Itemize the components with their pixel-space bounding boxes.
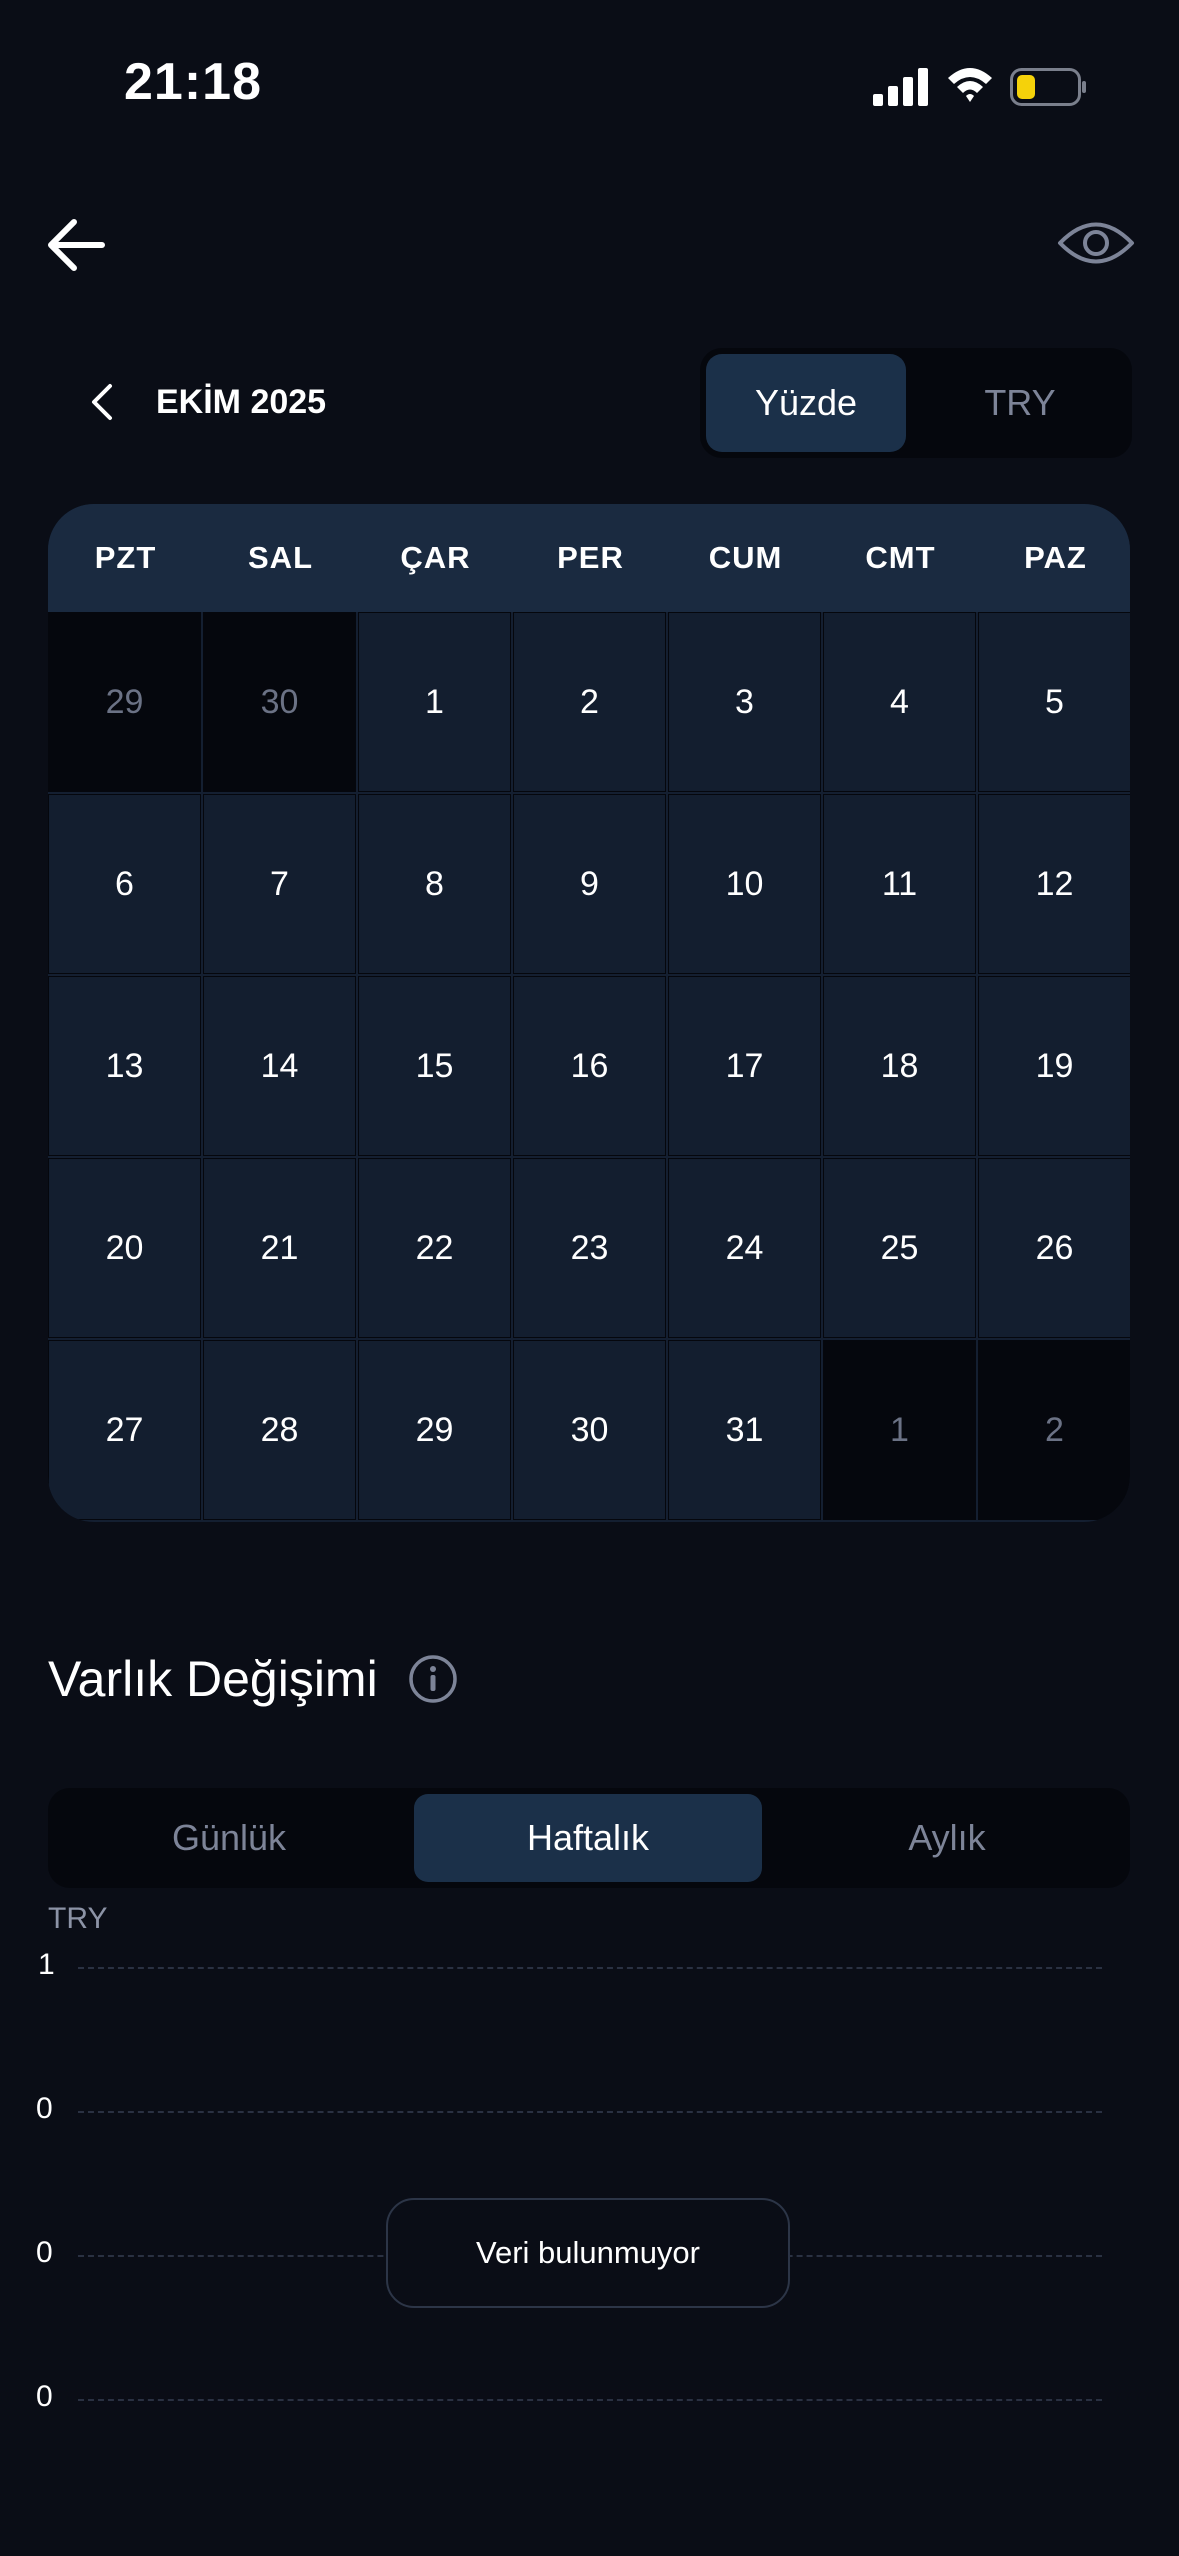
calendar-day[interactable]: 19 (978, 976, 1130, 1156)
calendar-day[interactable]: 8 (358, 794, 511, 974)
calendar-day[interactable]: 14 (203, 976, 356, 1156)
calendar-day[interactable]: 7 (203, 794, 356, 974)
calendar: PZT SAL ÇAR PER CUM CMT PAZ 29 30 1 2 3 4 5 6 7 8… (48, 504, 1130, 1522)
y-tick-label: 0 (36, 2236, 53, 2269)
calendar-day[interactable]: 28 (203, 1340, 356, 1520)
calendar-day[interactable]: 11 (823, 794, 976, 974)
weekday-label: PZT (94, 540, 157, 575)
y-tick-label: 0 (36, 2092, 53, 2125)
calendar-day[interactable]: 29 (358, 1340, 511, 1520)
month-label: EKİM 2025 (156, 383, 327, 421)
mode-option-try[interactable]: TRY (914, 354, 1126, 452)
weekday-label: PER (557, 540, 624, 575)
y-tick-label: 0 (36, 2380, 53, 2413)
eye-icon[interactable] (1056, 210, 1136, 276)
calendar-day[interactable]: 13 (48, 976, 201, 1156)
calendar-day[interactable]: 20 (48, 1158, 201, 1338)
period-option-aylik[interactable]: Aylık (772, 1794, 1122, 1882)
period-option-haftalik[interactable]: Haftalık (414, 1794, 762, 1882)
info-icon[interactable] (408, 1654, 458, 1704)
period-option-gunluk[interactable]: Günlük (54, 1794, 404, 1882)
grid-line (78, 1967, 1102, 1969)
weekday-label: ÇAR (400, 540, 471, 575)
status-time: 21:18 (124, 53, 262, 111)
wifi-icon (948, 68, 992, 102)
calendar-day[interactable]: 30 (513, 1340, 666, 1520)
weekday-label: PAZ (1024, 540, 1087, 575)
calendar-day[interactable]: 31 (668, 1340, 821, 1520)
calendar-day[interactable]: 30 (203, 612, 356, 792)
calendar-day[interactable]: 25 (823, 1158, 976, 1338)
calendar-day[interactable]: 22 (358, 1158, 511, 1338)
period-toggle: Günlük Haftalık Aylık (48, 1788, 1130, 1888)
calendar-day[interactable]: 17 (668, 976, 821, 1156)
calendar-day[interactable]: 18 (823, 976, 976, 1156)
calendar-day[interactable]: 24 (668, 1158, 821, 1338)
back-arrow-icon[interactable] (42, 210, 112, 280)
mode-option-yuzde[interactable]: Yüzde (706, 354, 906, 452)
calendar-day[interactable]: 1 (823, 1340, 976, 1520)
grid-line (78, 2399, 1102, 2401)
calendar-day[interactable]: 27 (48, 1340, 201, 1520)
calendar-day[interactable]: 3 (668, 612, 821, 792)
calendar-day[interactable]: 1 (358, 612, 511, 792)
calendar-day[interactable]: 4 (823, 612, 976, 792)
signal-icon (873, 68, 928, 106)
calendar-day[interactable]: 6 (48, 794, 201, 974)
calendar-day[interactable]: 5 (978, 612, 1130, 792)
calendar-day[interactable]: 21 (203, 1158, 356, 1338)
calendar-day[interactable]: 9 (513, 794, 666, 974)
weekday-label: SAL (248, 540, 313, 575)
calendar-day[interactable]: 15 (358, 976, 511, 1156)
calendar-day[interactable]: 26 (978, 1158, 1130, 1338)
weekday-label: CMT (865, 540, 936, 575)
chevron-left-icon[interactable] (82, 380, 122, 424)
weekday-label: CUM (708, 540, 783, 575)
mode-toggle: Yüzde TRY (700, 348, 1132, 458)
calendar-day[interactable]: 2 (978, 1340, 1130, 1520)
calendar-day[interactable]: 10 (668, 794, 821, 974)
y-tick-label: 1 (38, 1948, 55, 1981)
calendar-weekday-header: PZT SAL ÇAR PER CUM CMT PAZ (48, 504, 1130, 612)
battery-icon (1010, 68, 1086, 106)
calendar-day[interactable]: 23 (513, 1158, 666, 1338)
calendar-day[interactable]: 29 (48, 612, 201, 792)
calendar-day[interactable]: 12 (978, 794, 1130, 974)
empty-state-message: Veri bulunmuyor (386, 2198, 790, 2308)
chart-unit-label: TRY (48, 1902, 108, 1935)
calendar-day[interactable]: 16 (513, 976, 666, 1156)
grid-line (78, 2111, 1102, 2113)
calendar-day[interactable]: 2 (513, 612, 666, 792)
section-title: Varlık Değişimi (48, 1651, 378, 1707)
